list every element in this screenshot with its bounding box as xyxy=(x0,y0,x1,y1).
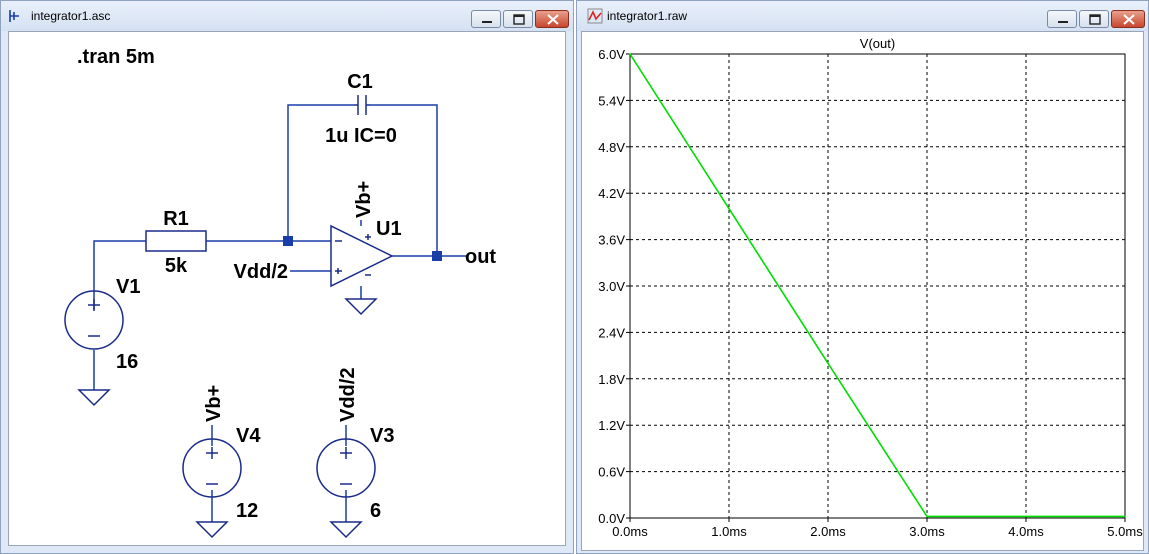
data-point xyxy=(728,208,730,210)
minimize-button[interactable] xyxy=(1047,10,1077,28)
close-icon xyxy=(547,14,559,25)
data-point xyxy=(1025,515,1027,518)
data-point xyxy=(975,515,978,518)
tran-directive[interactable]: .tran 5m xyxy=(77,46,155,68)
x-tick-label: 3.0ms xyxy=(909,524,945,539)
schematic-drawing: .tran 5m C1 1u IC=0 R1 5k U1 Vb+ Vdd/2 o… xyxy=(64,46,496,539)
plot-window-title: integrator1.raw xyxy=(607,9,688,23)
voltage-source-v4-symbol xyxy=(182,438,242,498)
maximize-button[interactable] xyxy=(503,10,533,28)
plot-window: integrator1.raw 0.0ms 1.0ms 2.0ms 3.0ms 4.0m… xyxy=(576,0,1149,554)
v4-name-label[interactable]: V4 xyxy=(236,425,261,447)
junction-node xyxy=(283,236,293,246)
v1-value-label[interactable]: 16 xyxy=(116,351,138,373)
net-label-vb-opamp[interactable]: Vb+ xyxy=(353,181,375,218)
minimize-icon xyxy=(1058,21,1068,23)
series-line-vout[interactable] xyxy=(629,53,1125,518)
v3-name-label[interactable]: V3 xyxy=(370,425,394,447)
r1-value-label[interactable]: 5k xyxy=(165,255,188,277)
data-point xyxy=(827,362,829,364)
net-label-vb-source[interactable]: Vb+ xyxy=(203,385,225,422)
schematic-window-title: integrator1.asc xyxy=(31,9,111,23)
y-tick-label: 2.4V xyxy=(598,325,625,340)
maximize-icon xyxy=(1089,14,1101,25)
maximize-button[interactable] xyxy=(1079,10,1109,28)
close-button[interactable] xyxy=(535,10,569,28)
y-tick-label: 0.6V xyxy=(598,465,625,480)
data-point xyxy=(1124,515,1126,518)
plot-pane[interactable]: 0.0ms 1.0ms 2.0ms 3.0ms 4.0ms 5.0ms 0.0V 0.6V 1.… xyxy=(581,31,1144,551)
y-tick-label: 6.0V xyxy=(598,47,625,62)
v1-name-label[interactable]: V1 xyxy=(116,276,140,298)
close-icon xyxy=(1123,14,1135,25)
v4-value-label[interactable]: 12 xyxy=(236,500,258,522)
x-tick-label: 5.0ms xyxy=(1107,524,1143,539)
r1-name-label[interactable]: R1 xyxy=(163,208,189,230)
minimize-button[interactable] xyxy=(471,10,501,28)
schematic-canvas[interactable]: .tran 5m C1 1u IC=0 R1 5k U1 Vb+ Vdd/2 o… xyxy=(8,31,566,546)
x-tick-label: 0.0ms xyxy=(612,524,648,539)
schematic-window: integrator1.asc .tran 5m C1 1u IC=0 R1 5… xyxy=(0,0,574,554)
junction-node xyxy=(432,251,442,261)
ground-symbol xyxy=(344,298,378,316)
ground-symbol xyxy=(195,521,229,539)
x-tick-label: 4.0ms xyxy=(1008,524,1044,539)
u1-name-label[interactable]: U1 xyxy=(376,218,402,240)
resistor-r1-symbol xyxy=(145,230,207,252)
x-tick-label: 1.0ms xyxy=(711,524,747,539)
ground-symbol xyxy=(77,389,111,407)
data-point xyxy=(629,53,631,55)
schematic-titlebar[interactable]: integrator1.asc xyxy=(1,1,573,31)
minimize-icon xyxy=(482,21,492,23)
v3-value-label[interactable]: 6 xyxy=(370,500,381,522)
y-tick-label: 5.4V xyxy=(598,93,625,108)
close-button[interactable] xyxy=(1111,10,1145,28)
schematic-app-icon xyxy=(9,10,19,22)
waveform-app-icon xyxy=(587,8,603,24)
x-tick-label: 2.0ms xyxy=(810,524,846,539)
net-label-out[interactable]: out xyxy=(465,246,496,268)
capacitor-c1-symbol xyxy=(354,95,370,115)
net-label-vdd-source[interactable]: Vdd/2 xyxy=(337,368,359,422)
ground-symbol xyxy=(329,521,363,539)
data-point xyxy=(926,515,928,518)
maximize-icon xyxy=(513,14,525,25)
voltage-source-v1-symbol xyxy=(64,290,124,350)
plot-titlebar[interactable]: integrator1.raw xyxy=(577,1,1148,31)
y-tick-label: 4.2V xyxy=(598,186,625,201)
y-tick-label: 3.0V xyxy=(598,279,625,294)
y-tick-label: 3.6V xyxy=(598,233,625,248)
y-tick-label: 1.8V xyxy=(598,372,625,387)
c1-name-label[interactable]: C1 xyxy=(347,71,373,93)
c1-value-label[interactable]: 1u IC=0 xyxy=(325,125,397,147)
voltage-source-v3-symbol xyxy=(316,438,376,498)
waveform-plot[interactable]: 0.0ms 1.0ms 2.0ms 3.0ms 4.0ms 5.0ms 0.0V 0.6V 1.… xyxy=(582,32,1145,553)
trace-title[interactable]: V(out) xyxy=(860,36,895,51)
net-label-vdd-opamp[interactable]: Vdd/2 xyxy=(234,261,288,283)
y-tick-label: 4.8V xyxy=(598,140,625,155)
y-tick-label: 1.2V xyxy=(598,418,625,433)
y-tick-label: 0.0V xyxy=(598,511,625,526)
